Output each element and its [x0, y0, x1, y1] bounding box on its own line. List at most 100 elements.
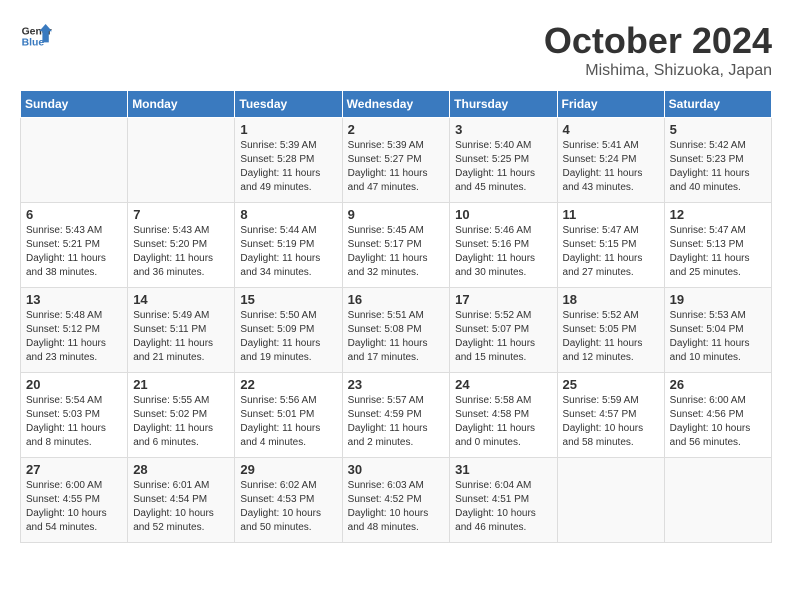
sunrise-text: Sunrise: 6:02 AM — [240, 480, 316, 491]
daylight-text: Daylight: 11 hours and 43 minutes. — [563, 168, 643, 193]
day-info: Sunrise: 5:49 AM Sunset: 5:11 PM Dayligh… — [133, 309, 229, 365]
daylight-text: Daylight: 11 hours and 34 minutes. — [240, 253, 320, 278]
daylight-text: Daylight: 11 hours and 32 minutes. — [348, 253, 428, 278]
calendar-cell: 29 Sunrise: 6:02 AM Sunset: 4:53 PM Dayl… — [235, 458, 342, 543]
sunrise-text: Sunrise: 5:42 AM — [670, 140, 746, 151]
day-number: 2 — [348, 122, 445, 137]
day-number: 31 — [455, 462, 551, 477]
daylight-text: Daylight: 11 hours and 10 minutes. — [670, 338, 750, 363]
day-number: 22 — [240, 377, 336, 392]
calendar-cell: 24 Sunrise: 5:58 AM Sunset: 4:58 PM Dayl… — [450, 373, 557, 458]
sunrise-text: Sunrise: 5:43 AM — [133, 225, 209, 236]
header-thursday: Thursday — [450, 91, 557, 118]
sunset-text: Sunset: 5:21 PM — [26, 239, 100, 250]
day-number: 29 — [240, 462, 336, 477]
daylight-text: Daylight: 11 hours and 27 minutes. — [563, 253, 643, 278]
calendar-cell: 31 Sunrise: 6:04 AM Sunset: 4:51 PM Dayl… — [450, 458, 557, 543]
sunset-text: Sunset: 4:58 PM — [455, 409, 529, 420]
calendar-cell: 25 Sunrise: 5:59 AM Sunset: 4:57 PM Dayl… — [557, 373, 664, 458]
sunset-text: Sunset: 5:08 PM — [348, 324, 422, 335]
daylight-text: Daylight: 11 hours and 30 minutes. — [455, 253, 535, 278]
calendar-cell: 17 Sunrise: 5:52 AM Sunset: 5:07 PM Dayl… — [450, 288, 557, 373]
location: Mishima, Shizuoka, Japan — [544, 62, 772, 80]
day-info: Sunrise: 5:39 AM Sunset: 5:27 PM Dayligh… — [348, 139, 445, 195]
sunset-text: Sunset: 5:24 PM — [563, 154, 637, 165]
daylight-text: Daylight: 11 hours and 45 minutes. — [455, 168, 535, 193]
sunrise-text: Sunrise: 5:57 AM — [348, 395, 424, 406]
daylight-text: Daylight: 11 hours and 38 minutes. — [26, 253, 106, 278]
day-info: Sunrise: 5:52 AM Sunset: 5:05 PM Dayligh… — [563, 309, 659, 365]
sunrise-text: Sunrise: 5:45 AM — [348, 225, 424, 236]
header-friday: Friday — [557, 91, 664, 118]
daylight-text: Daylight: 10 hours and 52 minutes. — [133, 508, 214, 533]
calendar-cell: 18 Sunrise: 5:52 AM Sunset: 5:05 PM Dayl… — [557, 288, 664, 373]
sunrise-text: Sunrise: 6:00 AM — [26, 480, 102, 491]
calendar-cell: 9 Sunrise: 5:45 AM Sunset: 5:17 PM Dayli… — [342, 203, 450, 288]
daylight-text: Daylight: 11 hours and 19 minutes. — [240, 338, 320, 363]
day-number: 26 — [670, 377, 766, 392]
header-monday: Monday — [128, 91, 235, 118]
day-number: 27 — [26, 462, 122, 477]
calendar-cell — [21, 118, 128, 203]
day-number: 16 — [348, 292, 445, 307]
day-number: 28 — [133, 462, 229, 477]
calendar-cell — [128, 118, 235, 203]
calendar-cell: 27 Sunrise: 6:00 AM Sunset: 4:55 PM Dayl… — [21, 458, 128, 543]
daylight-text: Daylight: 11 hours and 25 minutes. — [670, 253, 750, 278]
sunrise-text: Sunrise: 5:58 AM — [455, 395, 531, 406]
sunrise-text: Sunrise: 5:49 AM — [133, 310, 209, 321]
sunrise-text: Sunrise: 5:39 AM — [348, 140, 424, 151]
calendar-cell: 16 Sunrise: 5:51 AM Sunset: 5:08 PM Dayl… — [342, 288, 450, 373]
day-info: Sunrise: 6:00 AM Sunset: 4:56 PM Dayligh… — [670, 394, 766, 450]
day-info: Sunrise: 5:45 AM Sunset: 5:17 PM Dayligh… — [348, 224, 445, 280]
day-number: 6 — [26, 207, 122, 222]
calendar-cell: 26 Sunrise: 6:00 AM Sunset: 4:56 PM Dayl… — [664, 373, 771, 458]
calendar-cell — [664, 458, 771, 543]
daylight-text: Daylight: 11 hours and 21 minutes. — [133, 338, 213, 363]
day-number: 23 — [348, 377, 445, 392]
calendar-week-2: 6 Sunrise: 5:43 AM Sunset: 5:21 PM Dayli… — [21, 203, 772, 288]
day-info: Sunrise: 5:53 AM Sunset: 5:04 PM Dayligh… — [670, 309, 766, 365]
day-number: 24 — [455, 377, 551, 392]
day-info: Sunrise: 5:43 AM Sunset: 5:21 PM Dayligh… — [26, 224, 122, 280]
daylight-text: Daylight: 11 hours and 0 minutes. — [455, 423, 535, 448]
logo: General Blue — [20, 20, 52, 52]
header-tuesday: Tuesday — [235, 91, 342, 118]
calendar-cell: 5 Sunrise: 5:42 AM Sunset: 5:23 PM Dayli… — [664, 118, 771, 203]
day-number: 4 — [563, 122, 659, 137]
sunset-text: Sunset: 4:55 PM — [26, 494, 100, 505]
calendar-cell: 21 Sunrise: 5:55 AM Sunset: 5:02 PM Dayl… — [128, 373, 235, 458]
day-info: Sunrise: 5:57 AM Sunset: 4:59 PM Dayligh… — [348, 394, 445, 450]
sunrise-text: Sunrise: 6:04 AM — [455, 480, 531, 491]
daylight-text: Daylight: 11 hours and 2 minutes. — [348, 423, 428, 448]
logo-icon: General Blue — [20, 20, 52, 52]
calendar-cell: 14 Sunrise: 5:49 AM Sunset: 5:11 PM Dayl… — [128, 288, 235, 373]
day-info: Sunrise: 6:03 AM Sunset: 4:52 PM Dayligh… — [348, 479, 445, 535]
day-info: Sunrise: 6:04 AM Sunset: 4:51 PM Dayligh… — [455, 479, 551, 535]
day-info: Sunrise: 5:46 AM Sunset: 5:16 PM Dayligh… — [455, 224, 551, 280]
day-info: Sunrise: 5:55 AM Sunset: 5:02 PM Dayligh… — [133, 394, 229, 450]
daylight-text: Daylight: 10 hours and 46 minutes. — [455, 508, 536, 533]
sunset-text: Sunset: 5:13 PM — [670, 239, 744, 250]
daylight-text: Daylight: 11 hours and 40 minutes. — [670, 168, 750, 193]
day-number: 19 — [670, 292, 766, 307]
day-info: Sunrise: 5:41 AM Sunset: 5:24 PM Dayligh… — [563, 139, 659, 195]
sunset-text: Sunset: 5:05 PM — [563, 324, 637, 335]
daylight-text: Daylight: 11 hours and 15 minutes. — [455, 338, 535, 363]
calendar-cell: 13 Sunrise: 5:48 AM Sunset: 5:12 PM Dayl… — [21, 288, 128, 373]
sunset-text: Sunset: 5:15 PM — [563, 239, 637, 250]
day-info: Sunrise: 5:47 AM Sunset: 5:13 PM Dayligh… — [670, 224, 766, 280]
day-info: Sunrise: 5:56 AM Sunset: 5:01 PM Dayligh… — [240, 394, 336, 450]
day-number: 3 — [455, 122, 551, 137]
sunset-text: Sunset: 4:54 PM — [133, 494, 207, 505]
title-area: October 2024 Mishima, Shizuoka, Japan — [544, 20, 772, 80]
daylight-text: Daylight: 10 hours and 54 minutes. — [26, 508, 107, 533]
daylight-text: Daylight: 10 hours and 58 minutes. — [563, 423, 644, 448]
sunset-text: Sunset: 5:20 PM — [133, 239, 207, 250]
day-info: Sunrise: 5:44 AM Sunset: 5:19 PM Dayligh… — [240, 224, 336, 280]
daylight-text: Daylight: 11 hours and 8 minutes. — [26, 423, 106, 448]
sunrise-text: Sunrise: 5:41 AM — [563, 140, 639, 151]
day-info: Sunrise: 6:01 AM Sunset: 4:54 PM Dayligh… — [133, 479, 229, 535]
day-number: 14 — [133, 292, 229, 307]
sunrise-text: Sunrise: 5:55 AM — [133, 395, 209, 406]
